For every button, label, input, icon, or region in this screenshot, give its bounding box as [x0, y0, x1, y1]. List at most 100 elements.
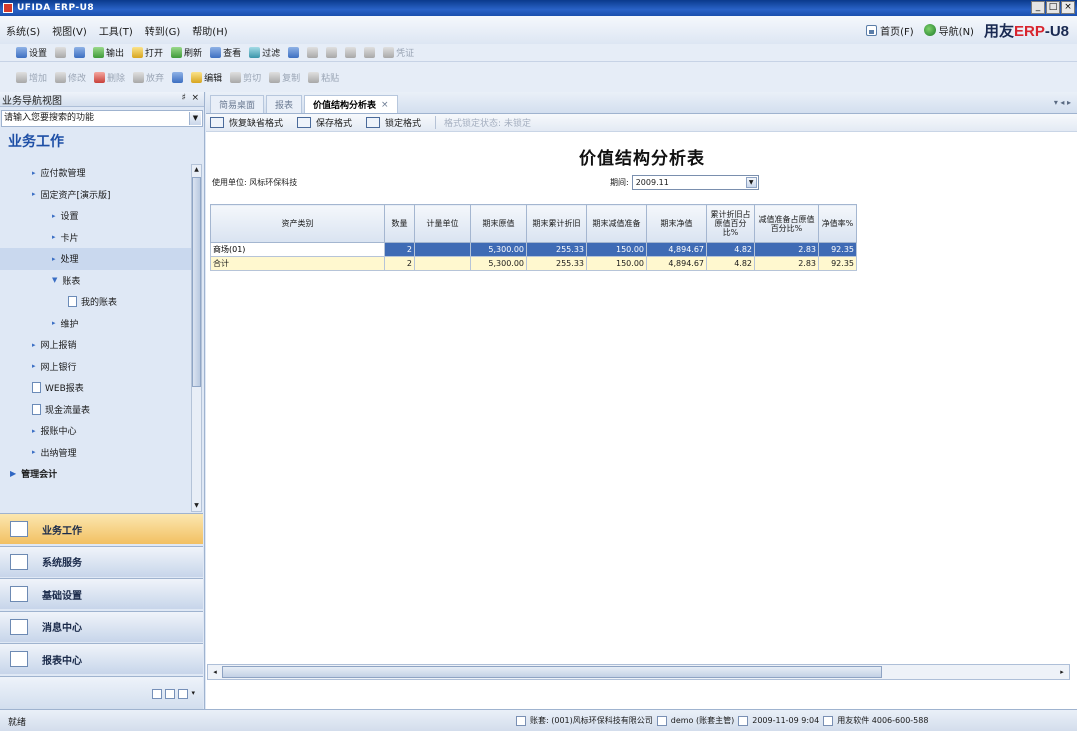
- toolbar-button-output[interactable]: 输出: [93, 46, 124, 59]
- tree-item[interactable]: ▸ 固定资产[演示版]: [0, 184, 191, 206]
- toolbar-button-preview[interactable]: [74, 47, 86, 58]
- menu-system[interactable]: 系统(S): [0, 23, 46, 38]
- tree-item[interactable]: ▸ 网上银行: [0, 356, 191, 378]
- period-dropdown-icon[interactable]: ▼: [745, 177, 757, 188]
- column-header[interactable]: 数量: [384, 204, 415, 243]
- toolbar-button-open-folder[interactable]: 打开: [132, 46, 163, 59]
- home-link[interactable]: 首页(F): [866, 23, 914, 38]
- nav-button-4[interactable]: 报表中心: [0, 643, 203, 674]
- table-cell[interactable]: 4.82: [706, 242, 755, 257]
- toolbar-button-cut[interactable]: 剪切: [230, 71, 261, 84]
- toolbar-button-save[interactable]: [172, 71, 184, 83]
- column-header[interactable]: 累计折旧占原值百分比%: [706, 204, 755, 243]
- toolbar-button-paste[interactable]: 粘贴: [308, 71, 339, 84]
- toolbar-button-filter[interactable]: 过滤: [249, 46, 280, 59]
- footer-list-icon[interactable]: [178, 689, 189, 699]
- scroll-right-icon[interactable]: ▸: [1056, 666, 1068, 678]
- report-toolbar-button-2[interactable]: 锁定格式: [366, 116, 421, 129]
- table-cell[interactable]: 合计: [210, 256, 385, 271]
- nav-link[interactable]: 导航(N): [923, 23, 974, 38]
- table-row[interactable]: 商场(01) 2 5,300.00 255.33 150.00 4,894.67 4.82 2…: [210, 242, 857, 257]
- panel-close-icon[interactable]: ×: [191, 93, 199, 103]
- scroll-left-icon[interactable]: ◂: [209, 666, 221, 678]
- toolbar-button-discard[interactable]: 放弃: [133, 71, 164, 84]
- table-cell[interactable]: 2: [384, 256, 415, 271]
- column-header[interactable]: 计量单位: [414, 204, 471, 243]
- scroll-up-icon[interactable]: ▲: [192, 165, 201, 175]
- footer-more-icon[interactable]: ▾: [191, 689, 195, 699]
- footer-layout-icon[interactable]: [165, 689, 176, 699]
- tree-item[interactable]: ▸ 报账中心: [0, 420, 191, 442]
- tree-item[interactable]: WEB报表: [0, 377, 191, 399]
- table-cell[interactable]: [414, 242, 471, 257]
- hscroll-thumb[interactable]: [222, 666, 882, 678]
- toolbar-button-copy[interactable]: 复制: [269, 71, 300, 84]
- tree-item[interactable]: 现金流量表: [0, 399, 191, 421]
- nav-button-3[interactable]: 消息中心: [0, 610, 203, 642]
- pin-icon[interactable]: ♯: [182, 93, 186, 103]
- search-dropdown-icon[interactable]: ▼: [189, 112, 201, 125]
- maximize-button[interactable]: □: [1046, 1, 1060, 14]
- tree-item[interactable]: ▸ 设置: [0, 205, 191, 227]
- toolbar-button-add[interactable]: 增加: [16, 71, 47, 84]
- toolbar-button-last[interactable]: [364, 47, 376, 58]
- expand-arrow-icon[interactable]: ▶: [10, 469, 16, 478]
- table-cell[interactable]: 4.82: [706, 256, 755, 271]
- table-cell[interactable]: 2.83: [754, 242, 819, 257]
- table-cell[interactable]: 5,300.00: [470, 242, 527, 257]
- tree-item[interactable]: ▼ 账表: [0, 270, 191, 292]
- table-cell[interactable]: 商场(01): [210, 242, 385, 257]
- nav-button-2[interactable]: 基础设置: [0, 578, 203, 609]
- nav-button-1[interactable]: 系统服务: [0, 545, 203, 577]
- table-cell[interactable]: 4,894.67: [646, 242, 707, 257]
- close-button[interactable]: ×: [1061, 1, 1075, 14]
- toolbar-button-next[interactable]: [345, 47, 357, 58]
- tree-item[interactable]: ▸ 维护: [0, 313, 191, 335]
- tab-2[interactable]: 价值结构分析表 ×: [304, 95, 398, 113]
- table-cell[interactable]: [414, 256, 471, 271]
- report-toolbar-button-1[interactable]: 保存格式: [297, 116, 352, 129]
- column-header[interactable]: 期末累计折旧: [526, 204, 587, 243]
- scroll-down-icon[interactable]: ▼: [192, 501, 201, 511]
- column-header[interactable]: 净值率%: [818, 204, 857, 243]
- tree-item[interactable]: ▸ 出纳管理: [0, 442, 191, 464]
- menu-help[interactable]: 帮助(H): [186, 23, 233, 38]
- table-cell[interactable]: 4,894.67: [646, 256, 707, 271]
- nav-button-0[interactable]: 业务工作: [0, 513, 203, 544]
- tree-scrollbar[interactable]: ▲ ▼: [191, 164, 202, 512]
- column-header[interactable]: 期末净值: [646, 204, 707, 243]
- table-row[interactable]: 合计 2 5,300.00 255.33 150.00 4,894.67 4.82 2.83 9…: [210, 256, 857, 271]
- table-cell[interactable]: 255.33: [526, 242, 587, 257]
- toolbar-button-help[interactable]: [288, 47, 300, 58]
- tab-0[interactable]: 简易桌面: [210, 95, 265, 113]
- table-cell[interactable]: 2: [384, 242, 415, 257]
- tree-item[interactable]: ▸ 卡片: [0, 227, 191, 249]
- toolbar-button-editor[interactable]: 编辑: [191, 71, 222, 84]
- report-toolbar-button-0[interactable]: 恢复缺省格式: [210, 116, 283, 129]
- toolbar-button-view[interactable]: 查看: [210, 46, 241, 59]
- table-cell[interactable]: 2.83: [754, 256, 819, 271]
- tree-item[interactable]: ▶ 管理会计: [0, 463, 191, 485]
- minimize-button[interactable]: _: [1031, 1, 1045, 14]
- tree-item[interactable]: ▸ 处理: [0, 248, 191, 270]
- toolbar-button-print[interactable]: [55, 47, 67, 58]
- table-cell[interactable]: 255.33: [526, 256, 587, 271]
- tab-1[interactable]: 报表: [266, 95, 303, 113]
- menu-view[interactable]: 视图(V): [46, 23, 93, 38]
- column-header[interactable]: 资产类别: [210, 204, 385, 243]
- tree-item[interactable]: 我的账表: [0, 291, 191, 313]
- menu-goto[interactable]: 转到(G): [139, 23, 187, 38]
- column-header[interactable]: 减值准备占原值百分比%: [754, 204, 819, 243]
- tab-navigation-icon[interactable]: ▾ ◂ ▸: [1054, 98, 1071, 107]
- toolbar-button-edit[interactable]: 修改: [55, 71, 86, 84]
- column-header[interactable]: 期末减值准备: [586, 204, 647, 243]
- toolbar-button-delete[interactable]: 删除: [94, 71, 125, 84]
- table-cell[interactable]: 92.35: [818, 242, 857, 257]
- tree-item[interactable]: ▸ 网上报销: [0, 334, 191, 356]
- footer-settings-icon[interactable]: [152, 689, 163, 699]
- toolbar-button-first[interactable]: [307, 47, 319, 58]
- menu-tools[interactable]: 工具(T): [93, 23, 139, 38]
- tree-item[interactable]: ▸ 应付款管理: [0, 162, 191, 184]
- table-cell[interactable]: 150.00: [586, 256, 647, 271]
- table-cell[interactable]: 92.35: [818, 256, 857, 271]
